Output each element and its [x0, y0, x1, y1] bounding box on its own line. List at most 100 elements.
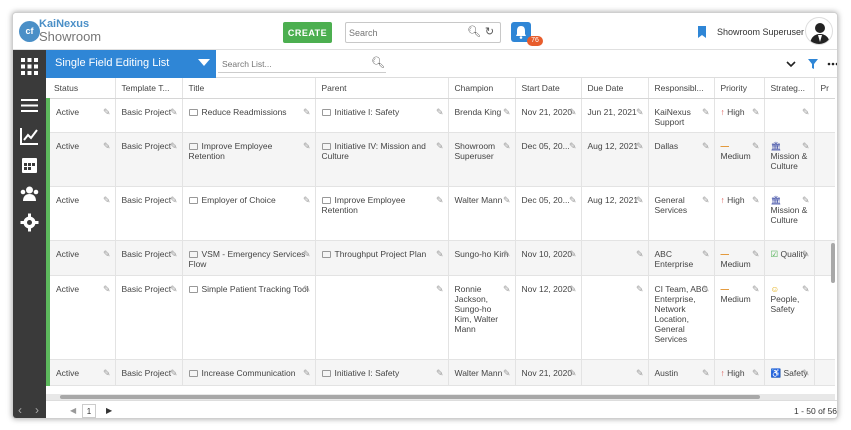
- filter-icon[interactable]: [807, 58, 819, 70]
- column-header-strategy[interactable]: Strateg...: [764, 78, 815, 99]
- edit-pencil-icon[interactable]: ✎: [436, 249, 444, 259]
- cell-responsible[interactable]: KaiNexus Support ✎: [648, 98, 715, 133]
- edit-pencil-icon[interactable]: ✎: [303, 141, 311, 151]
- edit-pencil-icon[interactable]: ✎: [436, 107, 444, 117]
- table-row[interactable]: Active ✎ Basic Project ✎ Reduce Readmissions…: [46, 98, 835, 133]
- cell-pr[interactable]: [814, 275, 835, 360]
- cell-due-date[interactable]: ✎: [581, 359, 649, 386]
- cell-champion[interactable]: Ronnie Jackson, Sungo-ho Kim, Walter Man…: [448, 275, 516, 360]
- cell-status[interactable]: Active ✎: [46, 132, 116, 187]
- edit-pencil-icon[interactable]: ✎: [702, 141, 710, 151]
- edit-pencil-icon[interactable]: ✎: [636, 368, 644, 378]
- edit-pencil-icon[interactable]: ✎: [569, 195, 577, 205]
- edit-pencil-icon[interactable]: ✎: [303, 249, 311, 259]
- edit-pencil-icon[interactable]: ✎: [752, 249, 760, 259]
- cell-pr[interactable]: [814, 359, 835, 386]
- chart-icon[interactable]: [19, 125, 40, 146]
- chevron-down-icon[interactable]: [785, 58, 797, 70]
- column-header-template[interactable]: Template T...: [115, 78, 183, 99]
- cell-template[interactable]: Basic Project ✎: [115, 240, 183, 276]
- edit-pencil-icon[interactable]: ✎: [103, 368, 111, 378]
- edit-pencil-icon[interactable]: ✎: [303, 284, 311, 294]
- cell-champion[interactable]: Sungo-ho Kim ✎: [448, 240, 516, 276]
- cell-template[interactable]: Basic Project ✎: [115, 359, 183, 386]
- cell-responsible[interactable]: CI Team, ABC Enterprise, Network Locatio…: [648, 275, 715, 360]
- calendar-icon[interactable]: [19, 154, 40, 175]
- cell-priority[interactable]: — Medium ✎: [714, 132, 765, 187]
- cell-start-date[interactable]: Dec 05, 20... ✎: [515, 186, 582, 241]
- next-page-icon[interactable]: ▶: [106, 406, 112, 415]
- cell-champion[interactable]: Showroom Superuser ✎: [448, 132, 516, 187]
- column-header-start-date[interactable]: Start Date: [515, 78, 582, 99]
- column-header-parent[interactable]: Parent: [315, 78, 449, 99]
- cell-template[interactable]: Basic Project ✎: [115, 186, 183, 241]
- list-search-input[interactable]: [222, 57, 362, 70]
- cell-title[interactable]: Simple Patient Tracking Tool ✎: [182, 275, 316, 360]
- cell-responsible[interactable]: Austin ✎: [648, 359, 715, 386]
- avatar[interactable]: [805, 17, 833, 45]
- edit-pencil-icon[interactable]: ✎: [170, 368, 178, 378]
- table-row[interactable]: Active ✎ Basic Project ✎ Improve Employee Re…: [46, 132, 835, 187]
- cell-pr[interactable]: [814, 132, 835, 187]
- cell-champion[interactable]: Brenda King ✎: [448, 98, 516, 133]
- edit-pencil-icon[interactable]: ✎: [802, 195, 810, 205]
- history-icon[interactable]: ↻: [483, 26, 496, 39]
- column-header-due-date[interactable]: Due Date: [581, 78, 649, 99]
- cell-responsible[interactable]: ABC Enterprise ✎: [648, 240, 715, 276]
- cell-priority[interactable]: — Medium ✎: [714, 240, 765, 276]
- edit-pencil-icon[interactable]: ✎: [170, 107, 178, 117]
- logo[interactable]: cf KaiNexus Showroom: [19, 18, 129, 46]
- cell-strategy[interactable]: 🏛 Mission & Culture ✎: [764, 186, 815, 241]
- edit-pencil-icon[interactable]: ✎: [103, 195, 111, 205]
- cell-template[interactable]: Basic Project ✎: [115, 98, 183, 133]
- edit-pencil-icon[interactable]: ✎: [702, 249, 710, 259]
- search-icon[interactable]: 🔍︎: [467, 26, 481, 39]
- edit-pencil-icon[interactable]: ✎: [752, 141, 760, 151]
- edit-pencil-icon[interactable]: ✎: [802, 284, 810, 294]
- cell-template[interactable]: Basic Project ✎: [115, 275, 183, 360]
- cell-title[interactable]: Reduce Readmissions ✎: [182, 98, 316, 133]
- edit-pencil-icon[interactable]: ✎: [752, 284, 760, 294]
- edit-pencil-icon[interactable]: ✎: [636, 107, 644, 117]
- edit-pencil-icon[interactable]: ✎: [702, 368, 710, 378]
- cell-champion[interactable]: Walter Mann ✎: [448, 186, 516, 241]
- edit-pencil-icon[interactable]: ✎: [503, 107, 511, 117]
- cell-parent[interactable]: ✎: [315, 275, 449, 360]
- vertical-scrollbar-thumb[interactable]: [831, 243, 835, 283]
- edit-pencil-icon[interactable]: ✎: [802, 141, 810, 151]
- edit-pencil-icon[interactable]: ✎: [436, 284, 444, 294]
- column-header-title[interactable]: Title: [182, 78, 316, 99]
- edit-pencil-icon[interactable]: ✎: [103, 249, 111, 259]
- cell-start-date[interactable]: Nov 12, 2020 ✎: [515, 275, 582, 360]
- cell-pr[interactable]: [814, 186, 835, 241]
- edit-pencil-icon[interactable]: ✎: [702, 284, 710, 294]
- column-header-priority[interactable]: Priority: [714, 78, 765, 99]
- cell-start-date[interactable]: Nov 21, 2020 ✎: [515, 98, 582, 133]
- list-selector[interactable]: Single Field Editing List: [46, 50, 216, 78]
- cell-responsible[interactable]: Dallas ✎: [648, 132, 715, 187]
- cell-status[interactable]: Active ✎: [46, 240, 116, 276]
- apps-grid-icon[interactable]: [19, 56, 40, 77]
- cell-parent[interactable]: Initiative IV: Mission and Culture ✎: [315, 132, 449, 187]
- chevron-left-icon[interactable]: ‹: [18, 403, 22, 417]
- cell-title[interactable]: VSM - Emergency Services Flow ✎: [182, 240, 316, 276]
- edit-pencil-icon[interactable]: ✎: [569, 107, 577, 117]
- edit-pencil-icon[interactable]: ✎: [170, 141, 178, 151]
- cell-title[interactable]: Employer of Choice ✎: [182, 186, 316, 241]
- edit-pencil-icon[interactable]: ✎: [303, 107, 311, 117]
- edit-pencil-icon[interactable]: ✎: [569, 141, 577, 151]
- cell-status[interactable]: Active ✎: [46, 186, 116, 241]
- edit-pencil-icon[interactable]: ✎: [636, 141, 644, 151]
- cell-priority[interactable]: ↑ High ✎: [714, 186, 765, 241]
- search-icon[interactable]: 🔍︎: [371, 56, 385, 69]
- cell-due-date[interactable]: Aug 12, 2021 ✎: [581, 186, 649, 241]
- previous-page-icon[interactable]: ◀: [70, 406, 76, 415]
- horizontal-scrollbar-thumb[interactable]: [60, 395, 760, 399]
- cell-parent[interactable]: Improve Employee Retention ✎: [315, 186, 449, 241]
- edit-pencil-icon[interactable]: ✎: [802, 107, 810, 117]
- edit-pencil-icon[interactable]: ✎: [636, 249, 644, 259]
- edit-pencil-icon[interactable]: ✎: [436, 141, 444, 151]
- edit-pencil-icon[interactable]: ✎: [436, 368, 444, 378]
- bookmark-icon[interactable]: [698, 26, 706, 38]
- table-row[interactable]: Active ✎ Basic Project ✎ Increase Communicat…: [46, 359, 835, 386]
